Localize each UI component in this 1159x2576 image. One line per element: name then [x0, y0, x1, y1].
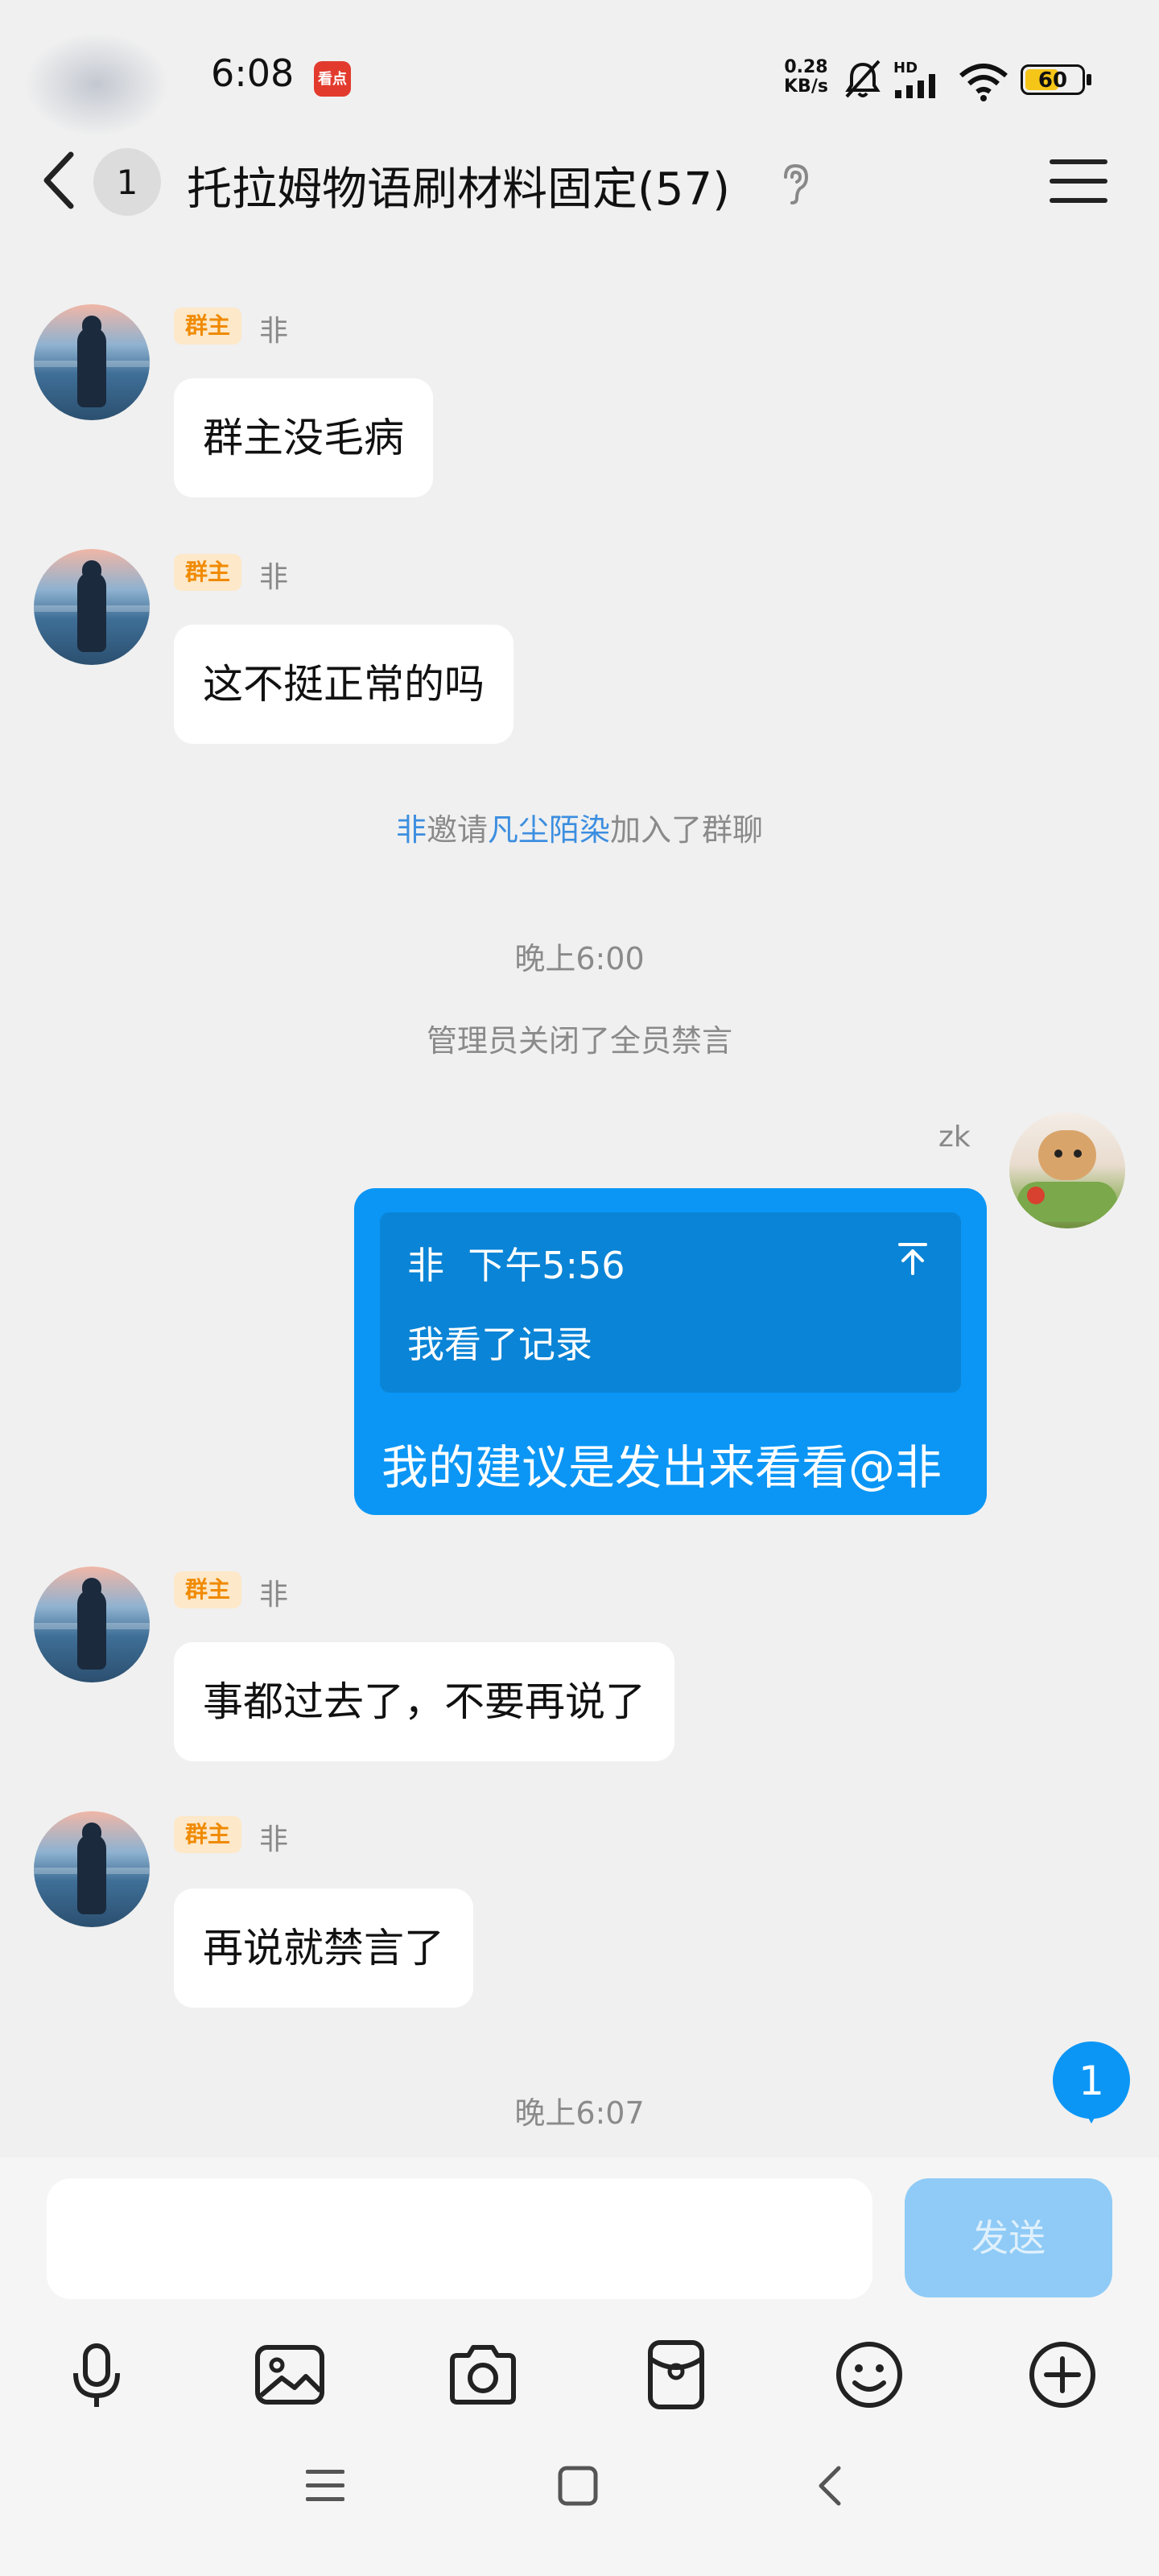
wifi-icon	[959, 64, 1008, 101]
menu-button[interactable]	[1046, 158, 1112, 204]
mic-icon[interactable]	[56, 2334, 137, 2415]
network-speed: 0.28 KB/s	[784, 58, 828, 97]
invite-suffix: 加入了群聊	[610, 812, 764, 848]
quote-text: 我看了记录	[407, 1323, 592, 1366]
app-notification-icon: 看点	[314, 61, 351, 97]
network-speed-unit: KB/s	[784, 76, 828, 97]
message-bubble[interactable]: 再说就禁言了	[174, 1889, 473, 2008]
blurred-notification	[24, 32, 169, 137]
unread-count-badge[interactable]: 1	[93, 148, 161, 216]
quote-sender: 非	[407, 1244, 444, 1287]
send-button[interactable]: 发送	[905, 2178, 1112, 2297]
battery-indicator: 60	[1021, 64, 1085, 95]
inviter-link[interactable]: 非	[396, 812, 427, 848]
quoted-message[interactable]: 非 下午5:56 我看了记录	[380, 1212, 961, 1393]
owner-tag: 群主	[174, 1816, 242, 1853]
timestamp: 晚上6:07	[514, 2095, 645, 2131]
sender-name[interactable]: 非	[259, 554, 288, 596]
system-nav-bar	[0, 2407, 1159, 2576]
red-packet-icon[interactable]	[636, 2334, 716, 2415]
timestamp: 晚上6:00	[514, 941, 645, 976]
new-message-count: 1	[1079, 2058, 1104, 2104]
quote-header: 非 下午5:56	[407, 1236, 625, 1290]
status-bar: 6:08 看点 0.28 KB/s HD 60	[0, 0, 1159, 161]
image-icon[interactable]	[250, 2334, 330, 2415]
my-message-text: 我的建议是发出来看看@非	[382, 1440, 942, 1495]
message-bubble[interactable]: 群主没毛病	[174, 378, 433, 497]
mute-bell-icon	[845, 60, 881, 98]
sender-name[interactable]: 非	[259, 1571, 288, 1613]
avatar[interactable]	[34, 1811, 150, 1927]
back-nav-icon[interactable]	[808, 2463, 853, 2508]
message-bubble[interactable]: 事都过去了，不要再说了	[174, 1642, 674, 1761]
avatar[interactable]	[34, 1567, 150, 1682]
earpiece-mode-icon[interactable]	[777, 161, 813, 206]
app-notification-label: 看点	[318, 71, 347, 88]
sender-name[interactable]: 非	[259, 308, 288, 349]
home-nav-icon[interactable]	[555, 2463, 600, 2508]
owner-tag: 群主	[174, 1571, 242, 1608]
sender-name[interactable]: 非	[259, 1816, 288, 1858]
jump-to-quote-icon[interactable]	[895, 1240, 930, 1275]
new-message-badge-tail	[1082, 2106, 1101, 2124]
emoji-icon[interactable]	[829, 2334, 909, 2415]
battery-level: 60	[1037, 68, 1068, 93]
network-speed-value: 0.28	[784, 57, 828, 77]
status-time: 6:08	[211, 52, 295, 95]
recents-nav-icon[interactable]	[303, 2463, 348, 2508]
message-bubble[interactable]: 这不挺正常的吗	[174, 625, 514, 744]
plus-icon[interactable]	[1022, 2334, 1103, 2415]
quote-time: 下午5:56	[468, 1244, 625, 1287]
avatar[interactable]	[34, 304, 150, 420]
my-name: zk	[938, 1121, 971, 1154]
invitee-link[interactable]: 凡尘陌染	[488, 812, 610, 848]
chat-title[interactable]: 托拉姆物语刷材料固定(57)	[187, 153, 730, 218]
my-message-bubble[interactable]: 非 下午5:56 我看了记录 我的建议是发出来看看@非	[354, 1188, 987, 1515]
invite-verb: 邀请	[426, 812, 488, 848]
back-button[interactable]	[35, 148, 84, 213]
owner-tag: 群主	[174, 554, 242, 591]
message-input[interactable]	[47, 2178, 872, 2299]
unread-count: 1	[116, 163, 138, 202]
owner-tag: 群主	[174, 308, 242, 345]
mute-notice: 管理员关闭了全员禁言	[426, 1023, 732, 1059]
avatar[interactable]	[34, 549, 150, 665]
signal-icon	[895, 74, 935, 98]
invite-notice: 非邀请凡尘陌染加入了群聊	[0, 805, 1159, 849]
camera-icon[interactable]	[443, 2334, 523, 2415]
my-avatar[interactable]	[1009, 1113, 1125, 1228]
battery-tip	[1087, 74, 1091, 85]
